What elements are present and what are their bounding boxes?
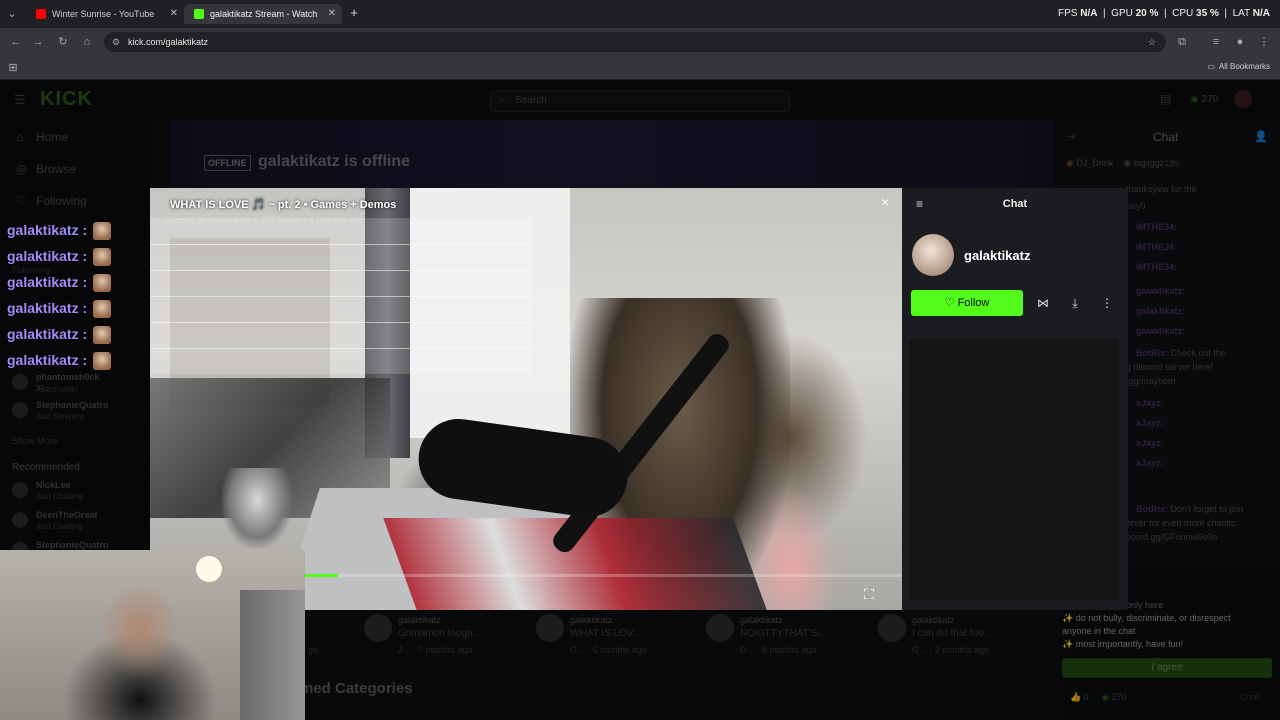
youtube-favicon-icon bbox=[36, 9, 46, 19]
gpu-label: GPU bbox=[1111, 8, 1133, 19]
perf-overlay: FPS N/A | GPU 20 % | CPU 35 % | LAT N/A bbox=[1057, 8, 1270, 19]
overlay-chat-line: galaktikatz : bbox=[7, 248, 112, 267]
divider bbox=[150, 348, 532, 349]
bookmark-star-icon[interactable]: ☆ bbox=[1148, 32, 1156, 52]
profile-avatar-icon[interactable]: ● bbox=[1232, 34, 1248, 50]
follow-button[interactable]: ♡ Follow bbox=[911, 290, 1023, 316]
share-icon[interactable]: ⋈ bbox=[1036, 296, 1050, 310]
avatar[interactable] bbox=[912, 234, 954, 276]
gaming-chair bbox=[240, 590, 305, 720]
forward-icon[interactable]: → bbox=[30, 34, 46, 50]
fullscreen-icon[interactable]: ⛶ bbox=[864, 586, 880, 602]
tab-title: galaktikatz Stream - Watch bbox=[210, 9, 318, 19]
site-info-icon[interactable]: ⚙ bbox=[112, 32, 120, 52]
new-tab-button[interactable]: + bbox=[346, 5, 362, 21]
translucent-overlay-panel bbox=[150, 218, 532, 374]
gpu-value: 20 % bbox=[1135, 8, 1159, 19]
overlay-chat-name: galaktikatz : bbox=[7, 222, 88, 238]
overlay-chat-line: galaktikatz : bbox=[7, 274, 112, 293]
folder-icon: ▭ bbox=[1207, 62, 1218, 71]
browser-menu-icon[interactable]: ⋮ bbox=[1256, 34, 1272, 50]
url-text: kick.com/galaktikatz bbox=[128, 37, 209, 47]
divider bbox=[150, 244, 532, 245]
lat-value: N/A bbox=[1252, 8, 1270, 19]
browser-tab-bar: ⌄ Winter Sunrise - YouTube ✕ galaktikatz… bbox=[0, 0, 1280, 28]
url-bar[interactable]: ⚙ kick.com/galaktikatz ☆ bbox=[104, 32, 1166, 52]
close-tab-icon[interactable]: ✕ bbox=[170, 4, 178, 24]
fps-label: FPS bbox=[1057, 8, 1078, 19]
extensions-icon[interactable]: ⧉ bbox=[1174, 34, 1190, 50]
follow-label: Follow bbox=[957, 297, 990, 309]
emote-icon bbox=[93, 274, 112, 293]
lamp bbox=[196, 556, 222, 582]
kick-favicon-icon bbox=[194, 9, 204, 19]
emote-icon bbox=[93, 352, 112, 371]
emote-icon bbox=[93, 300, 112, 319]
overlay-chat-name: galaktikatz : bbox=[7, 248, 88, 264]
back-icon[interactable]: ← bbox=[8, 34, 24, 50]
overlay-chat-name: galaktikatz : bbox=[7, 274, 88, 290]
overlay-chat-line: galaktikatz : bbox=[7, 326, 112, 345]
divider bbox=[150, 296, 532, 297]
webcam-feed bbox=[0, 550, 305, 720]
clip-title: WHAT IS LOVE 🎵 ~ pt. 2 • Games + Demos bbox=[170, 199, 397, 211]
overlay-chat-line: galaktikatz : bbox=[7, 222, 112, 241]
clip-chat-body bbox=[909, 338, 1119, 600]
heart-icon: ♡ bbox=[944, 297, 955, 309]
download-icon[interactable]: ⤓ bbox=[1068, 296, 1082, 310]
tab-search-icon[interactable]: ⌄ bbox=[4, 6, 20, 22]
all-bookmarks-label: All Bookmarks bbox=[1218, 62, 1270, 71]
emote-icon bbox=[93, 326, 112, 345]
close-icon[interactable]: × bbox=[881, 194, 889, 210]
streamer-name[interactable]: galaktikatz bbox=[964, 248, 1030, 263]
cat bbox=[222, 468, 292, 548]
tab-kick[interactable]: galaktikatz Stream - Watch ✕ bbox=[184, 4, 342, 24]
overlay-chat-line: galaktikatz : bbox=[7, 352, 112, 371]
reading-list-icon[interactable]: ≡ bbox=[1208, 34, 1224, 50]
overlay-chat-name: galaktikatz : bbox=[7, 352, 88, 368]
tab-title: Winter Sunrise - YouTube bbox=[52, 9, 155, 19]
divider bbox=[150, 270, 532, 271]
clip-chat-panel: ≡ Chat galaktikatz ♡ Follow ⋈ ⤓ ⋮ bbox=[902, 188, 1128, 610]
home-icon[interactable]: ⌂ bbox=[79, 34, 95, 50]
lat-label: LAT bbox=[1232, 8, 1250, 19]
apps-grid-icon[interactable]: ⊞ bbox=[5, 60, 21, 76]
overlay-chat-line: galaktikatz : bbox=[7, 300, 112, 319]
clip-chat-title: Chat bbox=[1002, 198, 1028, 210]
emote-icon bbox=[93, 222, 112, 241]
emote-icon bbox=[93, 248, 112, 267]
cpu-value: 35 % bbox=[1196, 8, 1219, 19]
tab-youtube[interactable]: Winter Sunrise - YouTube ✕ bbox=[26, 4, 184, 24]
address-bar-row: ← → ↻ ⌂ ⚙ kick.com/galaktikatz ☆ ⧉ ≡ ● ⋮ bbox=[0, 28, 1280, 56]
fps-value: N/A bbox=[1080, 8, 1098, 19]
all-bookmarks-button[interactable]: ▭ All Bookmarks bbox=[1207, 62, 1270, 71]
more-options-icon[interactable]: ⋮ bbox=[1100, 296, 1114, 310]
overlay-chat-name: galaktikatz : bbox=[7, 326, 88, 342]
divider bbox=[150, 322, 532, 323]
overlay-chat-name: galaktikatz : bbox=[7, 300, 88, 316]
bookmarks-bar: ⊞ ▭ All Bookmarks bbox=[0, 56, 1280, 80]
close-tab-icon[interactable]: ✕ bbox=[328, 4, 336, 24]
reload-icon[interactable]: ↻ bbox=[55, 34, 71, 50]
cpu-label: CPU bbox=[1172, 8, 1194, 19]
